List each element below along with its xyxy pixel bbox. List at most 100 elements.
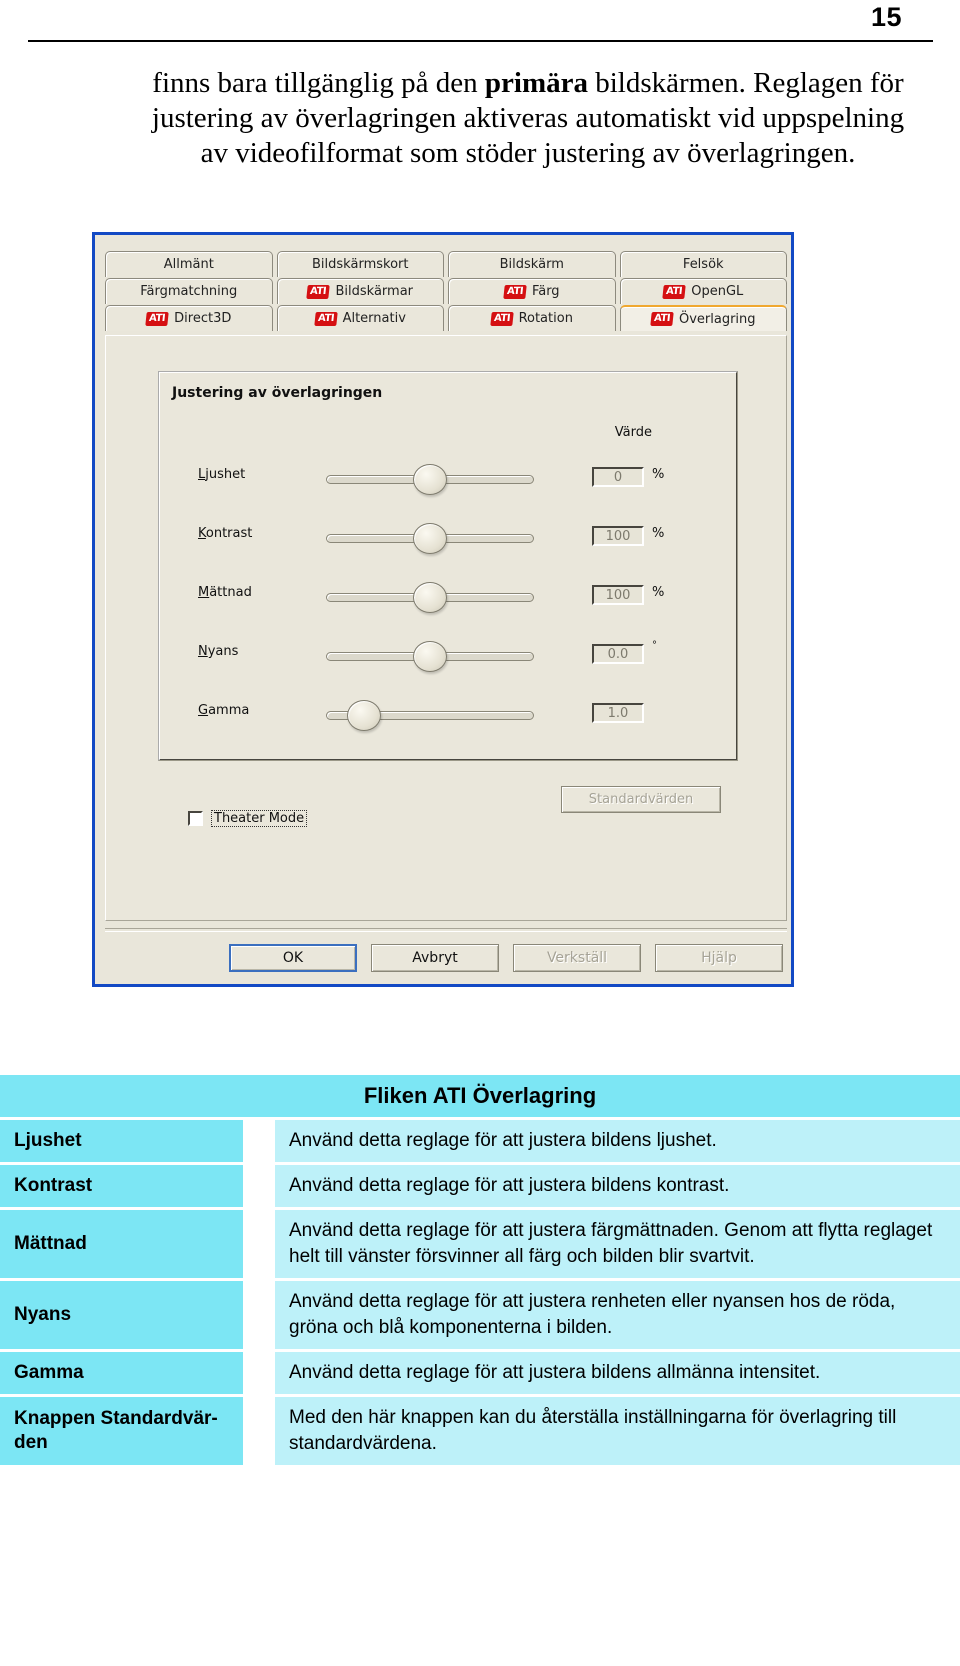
tab-label: Bildskärmar: [335, 284, 414, 299]
slider-gamma[interactable]: [326, 700, 534, 731]
slider-label-gamma: Gamma: [198, 703, 249, 718]
slider-row-ljushet: Ljushet 0%: [160, 451, 736, 507]
tab-fels-k[interactable]: Felsök: [619, 251, 787, 277]
slider-mättnad[interactable]: [326, 582, 534, 613]
tab-strip: Allmänt Bildskärmskort Bildskärm Felsök Färg…: [105, 251, 787, 332]
slider-row-gamma: Gamma 1.0: [160, 687, 736, 743]
table-column-gap: [243, 1210, 275, 1278]
table-description: Använd detta reglage för att justera bil…: [275, 1165, 960, 1207]
dialog-separator: [105, 928, 787, 932]
dialog-button-bar: OK Avbryt Verkställ Hjälp: [105, 944, 787, 972]
defaults-button[interactable]: Standardvärden: [561, 786, 721, 813]
slider-label-mättnad: Mättnad: [198, 585, 252, 600]
slider-ljushet[interactable]: [326, 464, 534, 495]
tab-label: Felsök: [682, 257, 724, 272]
table-description: Använd detta reglage för att justera ren…: [275, 1281, 960, 1349]
slider-label-ljushet: Ljushet: [198, 467, 245, 482]
table-description: Använd detta reglage för att justera fär…: [275, 1210, 960, 1278]
table-row: Mättnad Använd detta reglage för att just…: [0, 1210, 960, 1278]
theater-mode-label: Theater Mode: [211, 810, 308, 827]
accelerator-letter: M: [198, 585, 210, 600]
tab-row: ATI Direct3D ATI Alternativ ATI Rotation ATI Öv…: [105, 305, 787, 331]
theater-mode-row[interactable]: Theater Mode: [188, 810, 308, 827]
page-number: 15: [870, 2, 902, 32]
tab-direct3d[interactable]: ATI Direct3D: [105, 305, 273, 331]
tab--verlagring[interactable]: ATI Överlagring: [619, 305, 787, 331]
table-column-gap: [243, 1397, 275, 1465]
tab-label: OpenGL: [691, 284, 744, 299]
table-description: Använd detta reglage för att justera bil…: [275, 1120, 960, 1162]
slider-thumb[interactable]: [413, 523, 447, 554]
ati-logo-icon: ATI: [313, 311, 338, 326]
value-field-mättnad[interactable]: 100: [592, 585, 644, 605]
value-unit-mättnad: %: [652, 585, 665, 600]
display-properties-dialog[interactable]: Allmänt Bildskärmskort Bildskärm Felsök Färg…: [92, 232, 794, 987]
table-header-row: Fliken ATI Överlagring: [0, 1075, 960, 1117]
table-column-gap: [243, 1165, 275, 1207]
ati-logo-icon: ATI: [503, 284, 527, 299]
table-column-gap: [243, 1120, 275, 1162]
dialog-button-avbryt[interactable]: Avbryt: [371, 944, 499, 972]
tab-bildsk-rmskort[interactable]: Bildskärmskort: [276, 251, 444, 277]
slider-thumb[interactable]: [413, 641, 447, 672]
value-field-kontrast[interactable]: 100: [592, 526, 644, 546]
tab-opengl[interactable]: ATI OpenGL: [619, 278, 787, 304]
tab-f-rg[interactable]: ATI Färg: [448, 278, 616, 304]
slider-label-nyans: Nyans: [198, 644, 238, 659]
dialog-button-ok[interactable]: OK: [229, 944, 357, 972]
table-row: Knappen Standardvär- den Med den här knap…: [0, 1397, 960, 1465]
tab-bildsk-rmar[interactable]: ATI Bildskärmar: [276, 278, 444, 304]
table-column-gap: [243, 1281, 275, 1349]
tab-label: Färgmatchning: [140, 284, 238, 299]
slider-thumb[interactable]: [413, 464, 447, 495]
accelerator-letter: G: [198, 703, 209, 718]
tab-row: Färgmatchning ATI Bildskärmar ATI Färg ATI Ope…: [105, 278, 787, 304]
tab-allm-nt[interactable]: Allmänt: [105, 251, 273, 277]
paragraph-emphasis: primära: [484, 67, 588, 99]
value-unit-nyans: °: [652, 640, 657, 651]
ati-logo-icon: ATI: [306, 284, 331, 299]
table-row: Ljushet Använd detta reglage för att just…: [0, 1120, 960, 1162]
table-term: Nyans: [0, 1281, 243, 1349]
slider-label-rest: yans: [207, 644, 239, 659]
paragraph-line1-post: bildskärmen.: [588, 67, 746, 99]
value-column-header: Värde: [614, 425, 652, 440]
value-field-gamma[interactable]: 1.0: [592, 703, 644, 723]
slider-kontrast[interactable]: [326, 523, 534, 554]
slider-nyans[interactable]: [326, 641, 534, 672]
tab-label: Rotation: [518, 311, 573, 326]
slider-thumb[interactable]: [346, 700, 381, 731]
tab-alternativ[interactable]: ATI Alternativ: [276, 305, 444, 331]
table-term: Mättnad: [0, 1210, 243, 1278]
value-field-nyans[interactable]: 0.0: [592, 644, 644, 664]
ati-logo-icon: ATI: [145, 311, 169, 326]
table-row: Nyans Använd detta reglage för att juster…: [0, 1281, 960, 1349]
tab-bildsk-rm[interactable]: Bildskärm: [448, 251, 616, 277]
theater-mode-checkbox[interactable]: [188, 811, 203, 826]
slider-label-rest: jushet: [205, 467, 246, 482]
table-term: Knappen Standardvär- den: [0, 1397, 243, 1465]
body-paragraph: finns bara tillgänglig på den primära bi…: [148, 66, 908, 171]
slider-thumb[interactable]: [413, 582, 447, 613]
table-description: Använd detta reglage för att justera bil…: [275, 1352, 960, 1394]
page-header: 15: [0, 0, 960, 42]
tab-f-rgmatchning[interactable]: Färgmatchning: [105, 278, 273, 304]
slider-row-kontrast: Kontrast 100%: [160, 510, 736, 566]
slider-label-rest: amma: [208, 703, 250, 718]
tab-row: Allmänt Bildskärmskort Bildskärm Felsök: [105, 251, 787, 277]
tab-label: Direct3D: [174, 311, 232, 326]
tab-label: Bildskärmskort: [312, 257, 409, 272]
ati-logo-icon: ATI: [489, 311, 514, 326]
tab-rotation[interactable]: ATI Rotation: [448, 305, 616, 331]
paragraph-line1-pre: finns bara tillgänglig på den: [152, 67, 485, 99]
slider-row-mättnad: Mättnad 100%: [160, 569, 736, 625]
table-description: Med den här knappen kan du återställa in…: [275, 1397, 960, 1465]
value-field-ljushet[interactable]: 0: [592, 467, 644, 487]
tab-label: Överlagring: [678, 311, 756, 327]
slider-label-kontrast: Kontrast: [198, 526, 252, 541]
tab-label: Bildskärm: [499, 257, 564, 272]
overlay-adjustment-group: Justering av överlagringen Värde Ljushet…: [158, 371, 738, 761]
table-term: Kontrast: [0, 1165, 243, 1207]
table-term: Ljushet: [0, 1120, 243, 1162]
overlay-tab-page: Justering av överlagringen Värde Ljushet…: [105, 335, 787, 921]
